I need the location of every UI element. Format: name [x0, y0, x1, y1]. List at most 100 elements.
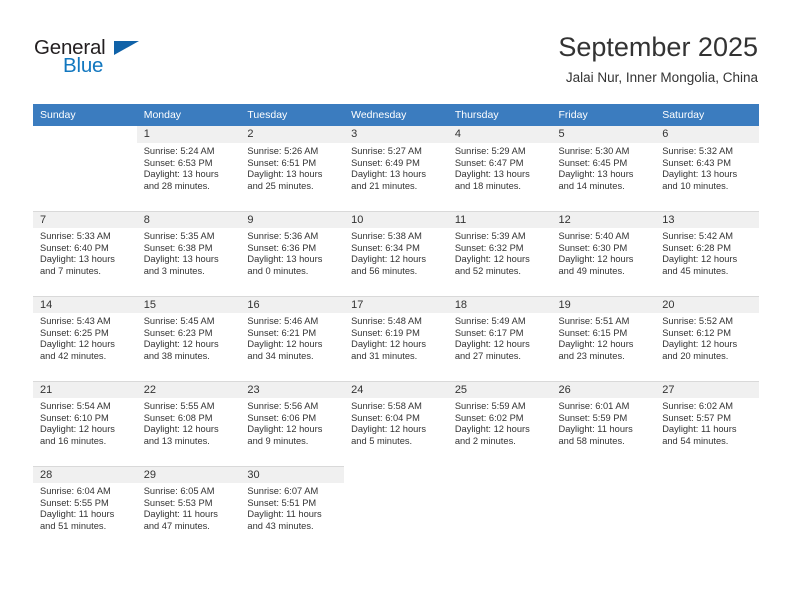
day-details: Sunrise: 5:33 AM Sunset: 6:40 PM Daylight:…	[33, 228, 137, 277]
calendar-day-cell[interactable]: 25 Sunrise: 5:59 AM Sunset: 6:02 PM Dayligh…	[447, 381, 552, 458]
day-details: Sunrise: 6:05 AM Sunset: 5:53 PM Daylight:…	[137, 483, 241, 532]
calendar-day-cell[interactable]: 19 Sunrise: 5:51 AM Sunset: 6:15 PM Dayligh…	[551, 296, 656, 373]
day-details: Sunrise: 5:42 AM Sunset: 6:28 PM Daylight:…	[655, 228, 759, 277]
day-details: Sunrise: 5:27 AM Sunset: 6:49 PM Daylight:…	[344, 143, 448, 192]
sunset-text: Sunset: 6:04 PM	[351, 412, 420, 423]
location-subtitle: Jalai Nur, Inner Mongolia, China	[565, 70, 758, 85]
week-separator	[33, 373, 759, 381]
weekday-header-tuesday: Tuesday	[240, 104, 345, 126]
calendar-day-cell[interactable]: 7 Sunrise: 5:33 AM Sunset: 6:40 PM Daylight…	[33, 211, 137, 288]
daylight-text-line2: and 23 minutes.	[558, 350, 625, 361]
calendar-day-cell[interactable]: 16 Sunrise: 5:46 AM Sunset: 6:21 PM Dayligh…	[240, 296, 345, 373]
day-details: Sunrise: 5:38 AM Sunset: 6:34 PM Daylight:…	[344, 228, 448, 277]
calendar-cell-inner: 28 Sunrise: 6:04 AM Sunset: 5:55 PM Dayligh…	[33, 466, 137, 543]
sunset-text: Sunset: 6:51 PM	[247, 157, 317, 168]
sunrise-text: Sunrise: 5:29 AM	[454, 146, 526, 156]
calendar-day-cell[interactable]: 22 Sunrise: 5:55 AM Sunset: 6:08 PM Dayligh…	[136, 381, 241, 458]
daylight-text-line2: and 49 minutes.	[558, 265, 625, 276]
calendar-day-cell[interactable]: 13 Sunrise: 5:42 AM Sunset: 6:28 PM Dayligh…	[655, 211, 759, 288]
sunrise-text: Sunrise: 6:07 AM	[247, 486, 319, 496]
daylight-text-line1: Daylight: 12 hours	[351, 339, 427, 350]
calendar-day-cell[interactable]: 23 Sunrise: 5:56 AM Sunset: 6:06 PM Dayligh…	[240, 381, 345, 458]
daylight-text-line2: and 7 minutes.	[40, 265, 101, 276]
calendar-cell-inner	[344, 466, 448, 543]
sunrise-text: Sunrise: 5:36 AM	[247, 231, 319, 241]
sunrise-text: Sunrise: 5:39 AM	[454, 231, 526, 241]
daylight-text-line1: Daylight: 11 hours	[247, 509, 322, 520]
calendar-day-cell[interactable]: 14 Sunrise: 5:43 AM Sunset: 6:25 PM Dayligh…	[33, 296, 137, 373]
calendar-cell-inner: 13 Sunrise: 5:42 AM Sunset: 6:28 PM Dayligh…	[655, 211, 759, 288]
daylight-text-line1: Daylight: 13 hours	[662, 169, 738, 180]
calendar-week-row: 14 Sunrise: 5:43 AM Sunset: 6:25 PM Dayligh…	[33, 296, 759, 373]
calendar-day-cell[interactable]: 4 Sunrise: 5:29 AM Sunset: 6:47 PM Daylight…	[447, 126, 552, 203]
calendar-day-cell[interactable]: 3 Sunrise: 5:27 AM Sunset: 6:49 PM Daylight…	[344, 126, 448, 203]
calendar-day-cell[interactable]: 28 Sunrise: 6:04 AM Sunset: 5:55 PM Dayligh…	[33, 466, 137, 543]
daylight-text-line2: and 16 minutes.	[40, 435, 107, 446]
calendar-day-cell[interactable]: 30 Sunrise: 6:07 AM Sunset: 5:51 PM Dayligh…	[240, 466, 345, 543]
daylight-text-line1: Daylight: 12 hours	[247, 424, 323, 435]
calendar-cell-inner: 20 Sunrise: 5:52 AM Sunset: 6:12 PM Dayligh…	[655, 296, 759, 373]
calendar-day-cell[interactable]: 1 Sunrise: 5:24 AM Sunset: 6:53 PM Daylight…	[136, 126, 241, 203]
daylight-text-line2: and 47 minutes.	[143, 520, 210, 531]
sunset-text: Sunset: 6:43 PM	[662, 157, 731, 168]
daylight-text-line2: and 45 minutes.	[662, 265, 729, 276]
sunset-text: Sunset: 5:51 PM	[247, 497, 317, 508]
sunrise-text: Sunrise: 5:42 AM	[662, 231, 734, 241]
calendar-day-cell[interactable]: 15 Sunrise: 5:45 AM Sunset: 6:23 PM Dayligh…	[136, 296, 241, 373]
sunset-text: Sunset: 6:08 PM	[143, 412, 213, 423]
calendar-day-cell[interactable]: 29 Sunrise: 6:05 AM Sunset: 5:53 PM Dayligh…	[136, 466, 241, 543]
day-number: 8	[136, 211, 241, 228]
day-details: Sunrise: 5:56 AM Sunset: 6:06 PM Daylight:…	[240, 398, 344, 447]
daylight-text-line1: Daylight: 13 hours	[247, 169, 323, 180]
calendar-day-cell[interactable]: 12 Sunrise: 5:40 AM Sunset: 6:30 PM Dayligh…	[551, 211, 656, 288]
calendar-day-cell[interactable]: 5 Sunrise: 5:30 AM Sunset: 6:45 PM Daylight…	[551, 126, 656, 203]
daylight-text-line1: Daylight: 12 hours	[558, 254, 634, 265]
calendar-day-cell[interactable]: 6 Sunrise: 5:32 AM Sunset: 6:43 PM Daylight…	[655, 126, 759, 203]
calendar-day-cell[interactable]: 21 Sunrise: 5:54 AM Sunset: 6:10 PM Dayligh…	[33, 381, 137, 458]
daylight-text-line1: Daylight: 13 hours	[558, 169, 634, 180]
day-number: 11	[447, 211, 552, 228]
daylight-text-line1: Daylight: 11 hours	[558, 424, 633, 435]
day-number	[551, 466, 656, 483]
calendar-day-cell[interactable]: 8 Sunrise: 5:35 AM Sunset: 6:38 PM Daylight…	[136, 211, 241, 288]
daylight-text-line1: Daylight: 13 hours	[247, 254, 323, 265]
daylight-text-line1: Daylight: 12 hours	[662, 339, 738, 350]
sunset-text: Sunset: 5:59 PM	[558, 412, 628, 423]
calendar-day-cell[interactable]: 11 Sunrise: 5:39 AM Sunset: 6:32 PM Dayligh…	[447, 211, 552, 288]
calendar-cell-inner: 2 Sunrise: 5:26 AM Sunset: 6:51 PM Daylight…	[240, 126, 345, 203]
calendar-day-cell[interactable]: 26 Sunrise: 6:01 AM Sunset: 5:59 PM Dayligh…	[551, 381, 656, 458]
calendar-day-cell[interactable]: 17 Sunrise: 5:48 AM Sunset: 6:19 PM Dayligh…	[344, 296, 448, 373]
calendar-day-cell[interactable]: 27 Sunrise: 6:02 AM Sunset: 5:57 PM Dayligh…	[655, 381, 759, 458]
sunrise-text: Sunrise: 5:40 AM	[558, 231, 630, 241]
day-details: Sunrise: 5:40 AM Sunset: 6:30 PM Daylight:…	[552, 228, 656, 277]
calendar-day-cell[interactable]: 2 Sunrise: 5:26 AM Sunset: 6:51 PM Daylight…	[240, 126, 345, 203]
calendar-week-row: 1 Sunrise: 5:24 AM Sunset: 6:53 PM Daylight…	[33, 126, 759, 203]
calendar-cell-inner: 26 Sunrise: 6:01 AM Sunset: 5:59 PM Dayligh…	[551, 381, 656, 458]
calendar-week-row: 21 Sunrise: 5:54 AM Sunset: 6:10 PM Dayligh…	[33, 381, 759, 458]
day-number: 25	[447, 381, 552, 398]
calendar-cell-inner: 30 Sunrise: 6:07 AM Sunset: 5:51 PM Dayligh…	[240, 466, 345, 543]
calendar-day-cell[interactable]: 9 Sunrise: 5:36 AM Sunset: 6:36 PM Daylight…	[240, 211, 345, 288]
calendar-day-cell[interactable]: 20 Sunrise: 5:52 AM Sunset: 6:12 PM Dayligh…	[655, 296, 759, 373]
day-details: Sunrise: 5:54 AM Sunset: 6:10 PM Daylight:…	[33, 398, 137, 447]
daylight-text-line2: and 58 minutes.	[558, 435, 625, 446]
sunset-text: Sunset: 6:47 PM	[454, 157, 524, 168]
weekday-header-saturday: Saturday	[655, 104, 759, 126]
calendar-cell-inner	[551, 466, 656, 543]
calendar-day-cell[interactable]: 18 Sunrise: 5:49 AM Sunset: 6:17 PM Dayligh…	[447, 296, 552, 373]
calendar-cell-inner: 18 Sunrise: 5:49 AM Sunset: 6:17 PM Dayligh…	[447, 296, 552, 373]
calendar-cell-empty	[344, 466, 448, 543]
calendar-day-cell[interactable]: 10 Sunrise: 5:38 AM Sunset: 6:34 PM Dayligh…	[344, 211, 448, 288]
daylight-text-line1: Daylight: 13 hours	[351, 169, 427, 180]
calendar-cell-inner: 25 Sunrise: 5:59 AM Sunset: 6:02 PM Dayligh…	[447, 381, 552, 458]
calendar-cell-empty	[447, 466, 552, 543]
day-number: 4	[447, 126, 552, 143]
day-details: Sunrise: 5:49 AM Sunset: 6:17 PM Daylight:…	[448, 313, 552, 362]
logo-triangle-icon	[114, 41, 139, 55]
day-details: Sunrise: 5:26 AM Sunset: 6:51 PM Daylight:…	[240, 143, 344, 192]
calendar-page: General Blue September 2025 Jalai Nur, I…	[0, 0, 792, 612]
calendar-cell-inner: 16 Sunrise: 5:46 AM Sunset: 6:21 PM Dayligh…	[240, 296, 345, 373]
day-details: Sunrise: 6:02 AM Sunset: 5:57 PM Daylight:…	[655, 398, 759, 447]
calendar-day-cell[interactable]: 24 Sunrise: 5:58 AM Sunset: 6:04 PM Dayligh…	[344, 381, 448, 458]
day-number	[33, 126, 137, 143]
